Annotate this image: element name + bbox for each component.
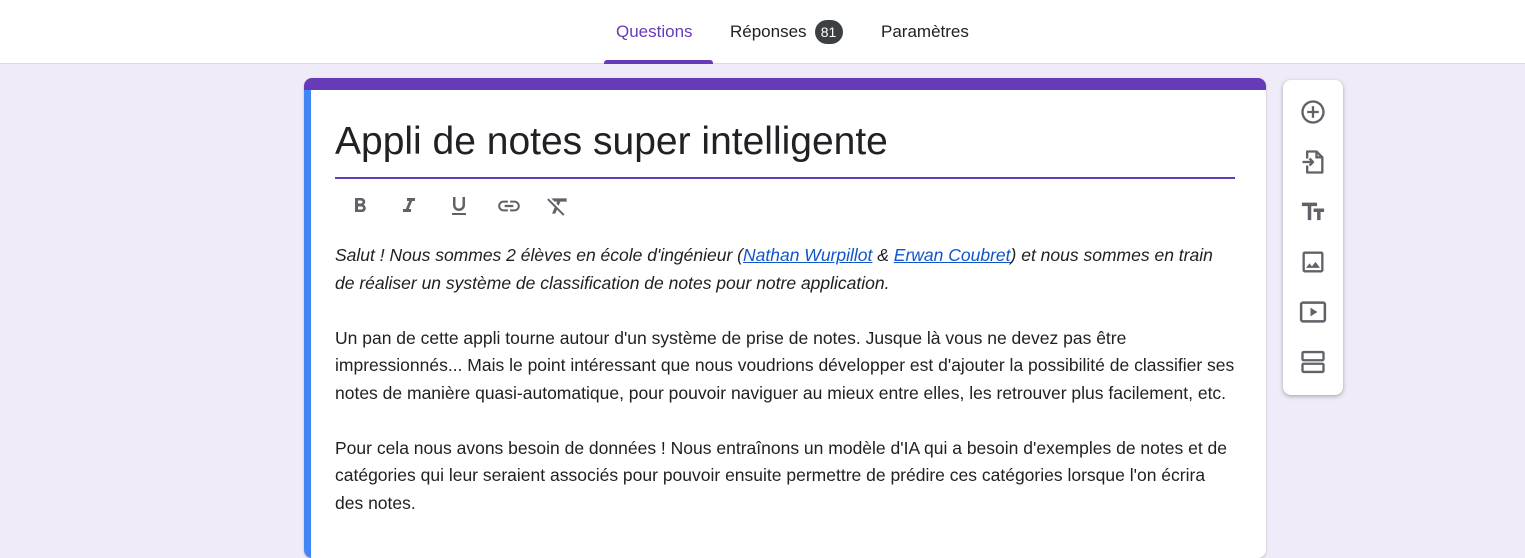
description-intro: Salut ! Nous sommes 2 élèves en école d'… — [335, 242, 1235, 297]
italic-button[interactable] — [391, 188, 427, 224]
author-link-nathan[interactable]: Nathan Wurpillot — [743, 245, 872, 265]
tab-questions-label: Questions — [616, 22, 693, 41]
add-question-button[interactable] — [1295, 94, 1331, 130]
add-video-icon — [1298, 297, 1328, 327]
top-tab-bar: Questions Réponses 81 Paramètres — [0, 0, 1525, 64]
responses-count-badge: 81 — [814, 20, 843, 44]
tab-questions[interactable]: Questions — [616, 0, 693, 64]
add-section-button[interactable] — [1295, 344, 1331, 380]
description-paragraph: Pour cela nous avons besoin de données !… — [335, 437, 1228, 513]
link-button[interactable] — [491, 188, 527, 224]
add-image-button[interactable] — [1295, 244, 1331, 280]
add-video-button[interactable] — [1295, 294, 1331, 330]
description-paragraph: Un pan de cette appli tourne autour d'un… — [335, 327, 1235, 403]
author-link-erwan[interactable]: Erwan Coubret — [894, 245, 1011, 265]
underline-icon — [447, 194, 471, 218]
add-image-icon — [1299, 248, 1327, 276]
add-title-button[interactable] — [1295, 194, 1331, 230]
tab-responses[interactable]: Réponses 81 — [730, 0, 843, 64]
form-header-card: Appli de notes super intelligente Salut … — [304, 78, 1266, 558]
active-tab-indicator — [604, 60, 713, 64]
italic-icon — [397, 194, 421, 218]
link-icon — [496, 193, 522, 219]
title-focus-underline — [335, 177, 1235, 179]
clear-format-button[interactable] — [540, 188, 576, 224]
form-title-input[interactable]: Appli de notes super intelligente — [335, 116, 1235, 168]
import-questions-icon — [1299, 148, 1327, 176]
intro-ampersand: & — [872, 245, 894, 265]
underline-button[interactable] — [441, 188, 477, 224]
floating-action-toolbar — [1283, 80, 1343, 395]
tab-responses-label: Réponses — [730, 22, 807, 41]
clear-format-icon — [545, 193, 571, 219]
bold-button[interactable] — [342, 188, 378, 224]
import-questions-button[interactable] — [1295, 144, 1331, 180]
tab-settings[interactable]: Paramètres — [881, 0, 969, 64]
bold-icon — [348, 194, 372, 218]
tab-settings-label: Paramètres — [881, 22, 969, 41]
add-section-icon — [1299, 348, 1327, 376]
intro-text-start: Salut ! Nous sommes 2 élèves en école d'… — [335, 245, 744, 265]
card-focus-indicator — [304, 90, 311, 558]
add-title-icon — [1299, 198, 1327, 226]
form-description[interactable]: Salut ! Nous sommes 2 élèves en école d'… — [335, 242, 1235, 545]
card-accent-band — [304, 78, 1266, 90]
add-question-icon — [1299, 98, 1327, 126]
